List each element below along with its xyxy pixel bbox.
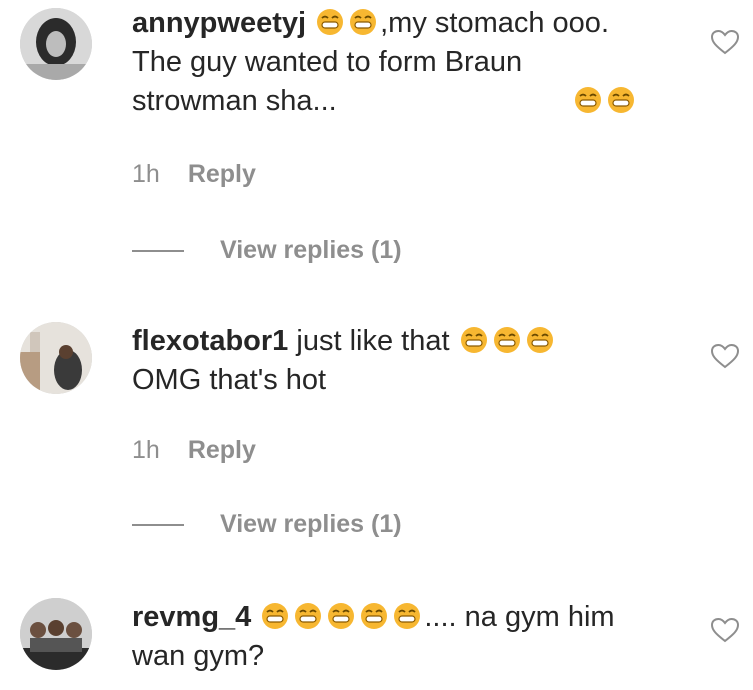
view-replies-label: View replies (1) [220,510,402,538]
avatar[interactable] [20,322,92,394]
tears-of-joy-emoji-icon [361,603,388,629]
tears-of-joy-emoji-icon [350,9,377,35]
tears-of-joy-emoji-icon [526,327,553,353]
tears-of-joy-emoji-icon [317,9,344,35]
avatar[interactable] [20,8,92,80]
tears-of-joy-emoji-icon [493,327,520,353]
comment-text: annypweetyj ,my stomach ooo. The guy wan… [132,4,692,121]
tears-of-joy-emoji-icon [262,603,289,629]
comment-text: flexotabor1 just like that OMG that's ho… [132,322,692,400]
comment-username[interactable]: flexotabor1 [132,325,288,357]
tears-of-joy-emoji-icon [608,87,634,113]
tears-of-joy-emoji-icon [575,87,601,113]
comment-meta: 1h Reply [132,160,256,189]
comment-body-continued: OMG that's hot [132,364,327,396]
tears-of-joy-emoji-icon [394,603,421,629]
reply-button[interactable]: Reply [188,160,256,189]
like-heart-icon[interactable] [710,28,740,56]
comment-body: .... na gym him [424,601,615,633]
like-heart-icon[interactable] [710,616,740,644]
comment-timestamp: 1h [132,160,160,188]
comment-username[interactable]: annypweetyj [132,7,306,39]
divider-line [132,249,184,252]
view-replies-button[interactable]: View replies (1) [132,510,402,539]
comment-body-continued: The guy wanted to form Braun strowman sh… [132,46,523,117]
tears-of-joy-emoji-icon [295,603,322,629]
comment-username[interactable]: revmg_4 [132,601,251,633]
tears-of-joy-emoji-icon [460,327,487,353]
comment-body-continued: wan gym? [132,640,265,672]
avatar[interactable] [20,598,92,670]
comment-body: ,my stomach ooo. [380,7,609,39]
like-heart-icon[interactable] [710,342,740,370]
reply-button[interactable]: Reply [188,436,256,465]
divider-line [132,523,184,526]
comment-body: just like that [296,325,450,357]
comment-timestamp: 1h [132,436,160,464]
comment-text: revmg_4 .... na gym him wan gym? [132,598,692,676]
view-replies-button[interactable]: View replies (1) [132,236,402,265]
comment-meta: 1h Reply [132,436,256,465]
view-replies-label: View replies (1) [220,236,402,264]
tears-of-joy-emoji-icon [328,603,355,629]
